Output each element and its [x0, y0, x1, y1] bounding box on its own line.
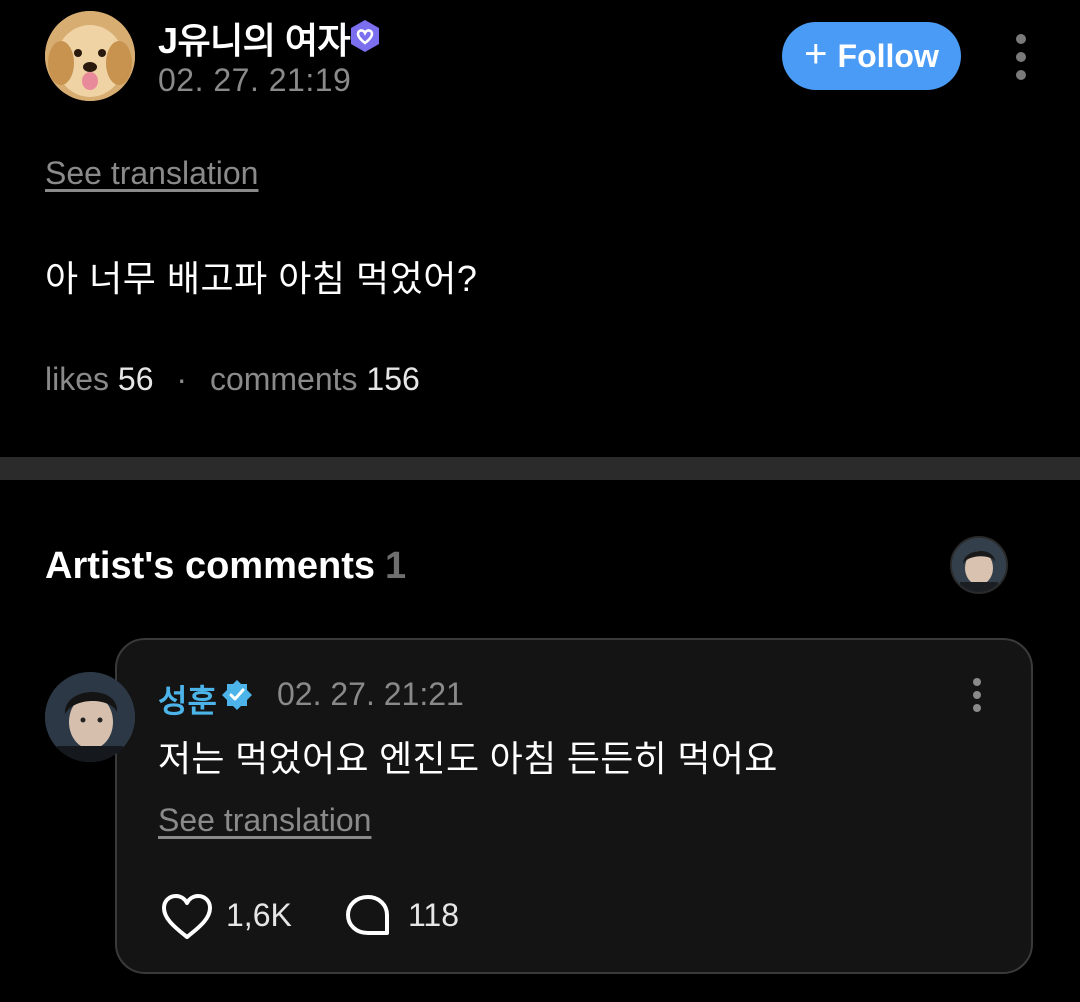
comment-text: 저는 먹었어요 엔진도 아침 든든히 먹어요: [158, 738, 778, 779]
stats-separator: ·: [176, 361, 188, 397]
commenter-avatar[interactable]: [45, 672, 135, 762]
post-stats: likes 56 · comments 156: [45, 361, 420, 398]
artist-avatar-thumbnail[interactable]: [950, 536, 1008, 594]
commenter-name[interactable]: 성훈: [158, 676, 217, 722]
artist-comments-title: Artist's comments: [45, 545, 376, 587]
artist-comments-count: 1: [385, 545, 407, 587]
post-see-translation-link[interactable]: See translation: [45, 155, 258, 192]
artist-photo-image: [45, 672, 135, 762]
follow-button[interactable]: + Follow: [782, 22, 961, 90]
follow-label: Follow: [837, 37, 939, 74]
comment-likes-count: 1,6K: [226, 897, 292, 933]
verified-fan-badge-icon: [351, 20, 379, 52]
post-header: J유니의 여자 02. 27. 21:19 + Follow: [0, 0, 1080, 120]
section-divider: [0, 457, 1080, 480]
likes-count[interactable]: 56: [118, 361, 154, 397]
comments-count[interactable]: 156: [366, 361, 419, 397]
post-timestamp: 02. 27. 21:19: [158, 62, 352, 98]
comment-timestamp: 02. 27. 21:21: [277, 676, 464, 712]
author-avatar[interactable]: [45, 11, 135, 101]
post-body-text: 아 너무 배고파 아침 먹었어?: [45, 258, 478, 299]
verified-check-icon: [222, 680, 252, 710]
artist-comments-heading: Artist's comments 1: [45, 545, 406, 588]
likes-label: likes: [45, 361, 110, 397]
comments-label: comments: [209, 361, 358, 397]
comment-replies-count: 118: [408, 897, 460, 933]
artist-photo-image: [952, 538, 1006, 592]
comment-more-vertical-icon[interactable]: [968, 678, 986, 712]
author-name[interactable]: J유니의 여자: [158, 12, 351, 64]
comment-see-translation-link[interactable]: See translation: [158, 802, 371, 839]
dog-avatar-image: [45, 11, 135, 101]
speech-bubble-icon[interactable]: [345, 894, 391, 938]
heart-outline-icon[interactable]: [161, 893, 213, 941]
more-vertical-icon[interactable]: [1004, 34, 1038, 80]
plus-icon: +: [804, 32, 828, 76]
